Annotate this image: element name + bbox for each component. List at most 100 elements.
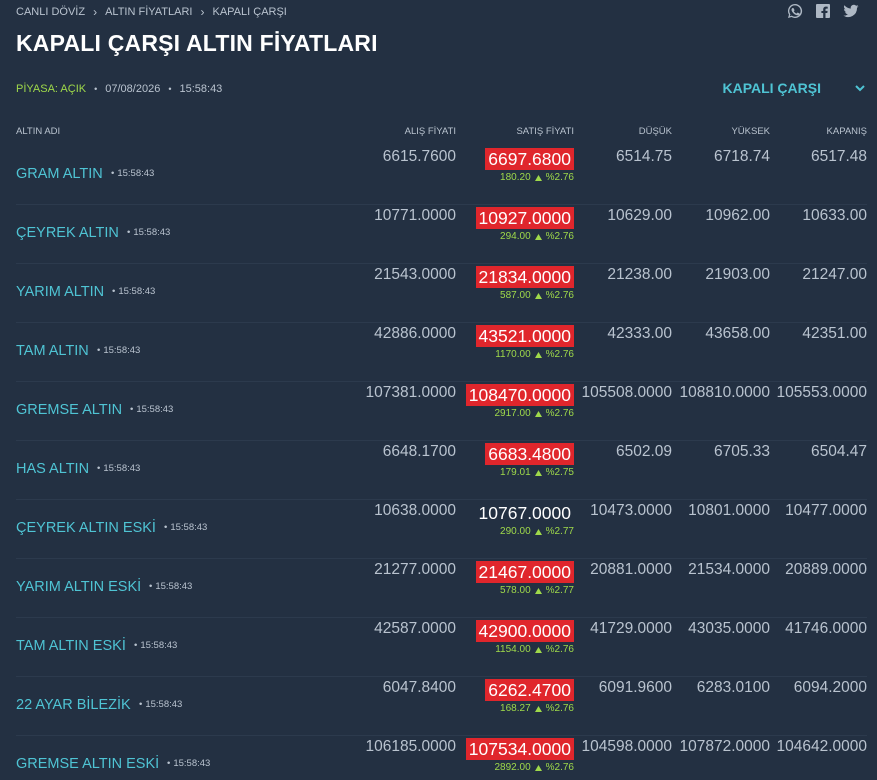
low-price: 41729.0000 — [590, 620, 672, 637]
arrow-up-icon — [534, 469, 542, 476]
change-indicator: 180.20 %2.76 — [500, 172, 574, 183]
high-price: 10962.00 — [705, 207, 770, 224]
low-price: 10629.00 — [607, 207, 672, 224]
column-header-sell[interactable]: SATIŞ FİYATI — [516, 126, 574, 137]
arrow-up-icon — [534, 292, 542, 299]
arrow-up-icon — [534, 705, 542, 712]
buy-price: 6047.8400 — [382, 679, 456, 696]
gold-name-link[interactable]: GRAM ALTIN — [16, 166, 103, 182]
gold-name-link[interactable]: YARIM ALTIN ESKİ — [16, 579, 141, 595]
gold-name-link[interactable]: YARIM ALTIN — [16, 284, 104, 300]
gold-name-link[interactable]: ÇEYREK ALTIN ESKİ — [16, 520, 156, 536]
high-price: 6718.74 — [713, 148, 770, 165]
close-price: 104642.0000 — [776, 738, 867, 755]
column-header-high[interactable]: YÜKSEK — [731, 126, 770, 137]
gold-name-link[interactable]: ÇEYREK ALTIN — [16, 225, 119, 241]
buy-price: 6648.1700 — [382, 443, 456, 460]
table-row[interactable]: TAM ALTIN 15:58:43 42886.0000 43521.0000 117… — [0, 323, 877, 382]
change-indicator: 168.27 %2.76 — [500, 703, 574, 714]
buy-price: 42587.0000 — [374, 620, 456, 637]
breadcrumb-item-kapali-carsi[interactable]: KAPALI ÇARŞI — [212, 6, 286, 18]
column-header-close[interactable]: KAPANIŞ — [827, 126, 867, 137]
low-price: 20881.0000 — [590, 561, 672, 578]
close-price: 20889.0000 — [785, 561, 867, 578]
close-price: 6504.47 — [810, 443, 867, 460]
table-row[interactable]: YARIM ALTIN ESKİ 15:58:43 21277.0000 21467.… — [0, 559, 877, 618]
chevron-down-icon — [855, 83, 865, 93]
column-header-low[interactable]: DÜŞÜK — [639, 126, 672, 137]
low-price: 6514.75 — [615, 148, 672, 165]
gold-name-link[interactable]: GREMSE ALTIN — [16, 402, 122, 418]
close-price: 21247.00 — [802, 266, 867, 283]
sell-price: 6262.4700 — [485, 679, 574, 701]
table-row[interactable]: 22 AYAR BİLEZİK 15:58:43 6047.8400 6262.470… — [0, 677, 877, 736]
table-row[interactable]: TAM ALTIN ESKİ 15:58:43 42587.0000 42900.00… — [0, 618, 877, 677]
change-value: 294.00 — [500, 231, 531, 242]
buy-price: 107381.0000 — [365, 384, 456, 401]
buy-price: 106185.0000 — [365, 738, 456, 755]
column-header-buy[interactable]: ALIŞ FİYATI — [405, 126, 456, 137]
table-row[interactable]: GRAM ALTIN 15:58:43 6615.7600 6697.6800 180.… — [0, 146, 877, 205]
table-row[interactable]: ÇEYREK ALTIN ESKİ 15:58:43 10638.0000 10767… — [0, 500, 877, 559]
sell-price: 42900.0000 — [475, 620, 574, 642]
row-time: 15:58:43 — [139, 699, 182, 710]
buy-price: 6615.7600 — [382, 148, 456, 165]
change-indicator: 179.01 %2.75 — [500, 467, 574, 478]
whatsapp-icon[interactable] — [787, 3, 803, 19]
facebook-icon[interactable] — [815, 3, 831, 19]
arrow-up-icon — [534, 174, 542, 181]
sell-price: 10927.0000 — [475, 207, 574, 229]
breadcrumb: CANLI DÖVİZ › ALTIN FİYATLARI › KAPALI Ç… — [16, 5, 287, 19]
arrow-up-icon — [534, 764, 542, 771]
high-price: 21903.00 — [705, 266, 770, 283]
arrow-up-icon — [534, 646, 542, 653]
table-row[interactable]: GREMSE ALTIN ESKİ 15:58:43 106185.0000 1075… — [0, 736, 877, 780]
close-price: 10633.00 — [802, 207, 867, 224]
market-selector-label: KAPALI ÇARŞI — [722, 80, 821, 96]
buy-price: 21277.0000 — [374, 561, 456, 578]
sell-price: 43521.0000 — [475, 325, 574, 347]
row-time: 15:58:43 — [111, 168, 154, 179]
row-time: 15:58:43 — [167, 758, 210, 769]
gold-name-link[interactable]: GREMSE ALTIN ESKİ — [16, 756, 159, 772]
high-price: 6283.0100 — [696, 679, 770, 696]
chevron-right-icon: › — [200, 5, 205, 19]
table-row[interactable]: GREMSE ALTIN 15:58:43 107381.0000 108470.00… — [0, 382, 877, 441]
breadcrumb-item-canli-doviz[interactable]: CANLI DÖVİZ — [16, 6, 85, 18]
change-value: 587.00 — [500, 290, 531, 301]
low-price: 104598.0000 — [581, 738, 672, 755]
change-percent: %2.76 — [545, 408, 574, 419]
row-time: 15:58:43 — [130, 404, 173, 415]
gold-name-link[interactable]: 22 AYAR BİLEZİK — [16, 697, 131, 713]
gold-name-link[interactable]: TAM ALTIN ESKİ — [16, 638, 126, 654]
change-indicator: 290.00 %2.77 — [500, 526, 574, 537]
high-price: 10801.0000 — [688, 502, 770, 519]
breadcrumb-item-altin-fiyatlari[interactable]: ALTIN FİYATLARI — [105, 6, 192, 18]
low-price: 42333.00 — [607, 325, 672, 342]
change-percent: %2.76 — [545, 349, 574, 360]
gold-name-link[interactable]: TAM ALTIN — [16, 343, 89, 359]
buy-price: 21543.0000 — [374, 266, 456, 283]
page-title: KAPALI ÇARŞI ALTIN FİYATLARI — [16, 30, 378, 56]
row-time: 15:58:43 — [164, 522, 207, 533]
buy-price: 42886.0000 — [374, 325, 456, 342]
market-selector-dropdown[interactable]: KAPALI ÇARŞI — [722, 80, 865, 96]
change-percent: %2.76 — [545, 231, 574, 242]
market-status: PİYASA: AÇIK • 07/08/2026 • 15:58:43 — [16, 83, 222, 95]
gold-name-link[interactable]: HAS ALTIN — [16, 461, 89, 477]
change-indicator: 578.00 %2.77 — [500, 585, 574, 596]
close-price: 6517.48 — [810, 148, 867, 165]
change-indicator: 1154.00 %2.76 — [495, 644, 574, 655]
table-row[interactable]: HAS ALTIN 15:58:43 6648.1700 6683.4800 179.0… — [0, 441, 877, 500]
change-percent: %2.76 — [545, 703, 574, 714]
change-value: 578.00 — [500, 585, 531, 596]
change-percent: %2.76 — [545, 644, 574, 655]
arrow-up-icon — [534, 587, 542, 594]
change-indicator: 2892.00 %2.76 — [494, 762, 574, 773]
close-price: 105553.0000 — [776, 384, 867, 401]
table-row[interactable]: YARIM ALTIN 15:58:43 21543.0000 21834.0000 5… — [0, 264, 877, 323]
close-price: 10477.0000 — [785, 502, 867, 519]
twitter-icon[interactable] — [843, 3, 859, 19]
arrow-up-icon — [534, 410, 542, 417]
table-row[interactable]: ÇEYREK ALTIN 15:58:43 10771.0000 10927.0000… — [0, 205, 877, 264]
